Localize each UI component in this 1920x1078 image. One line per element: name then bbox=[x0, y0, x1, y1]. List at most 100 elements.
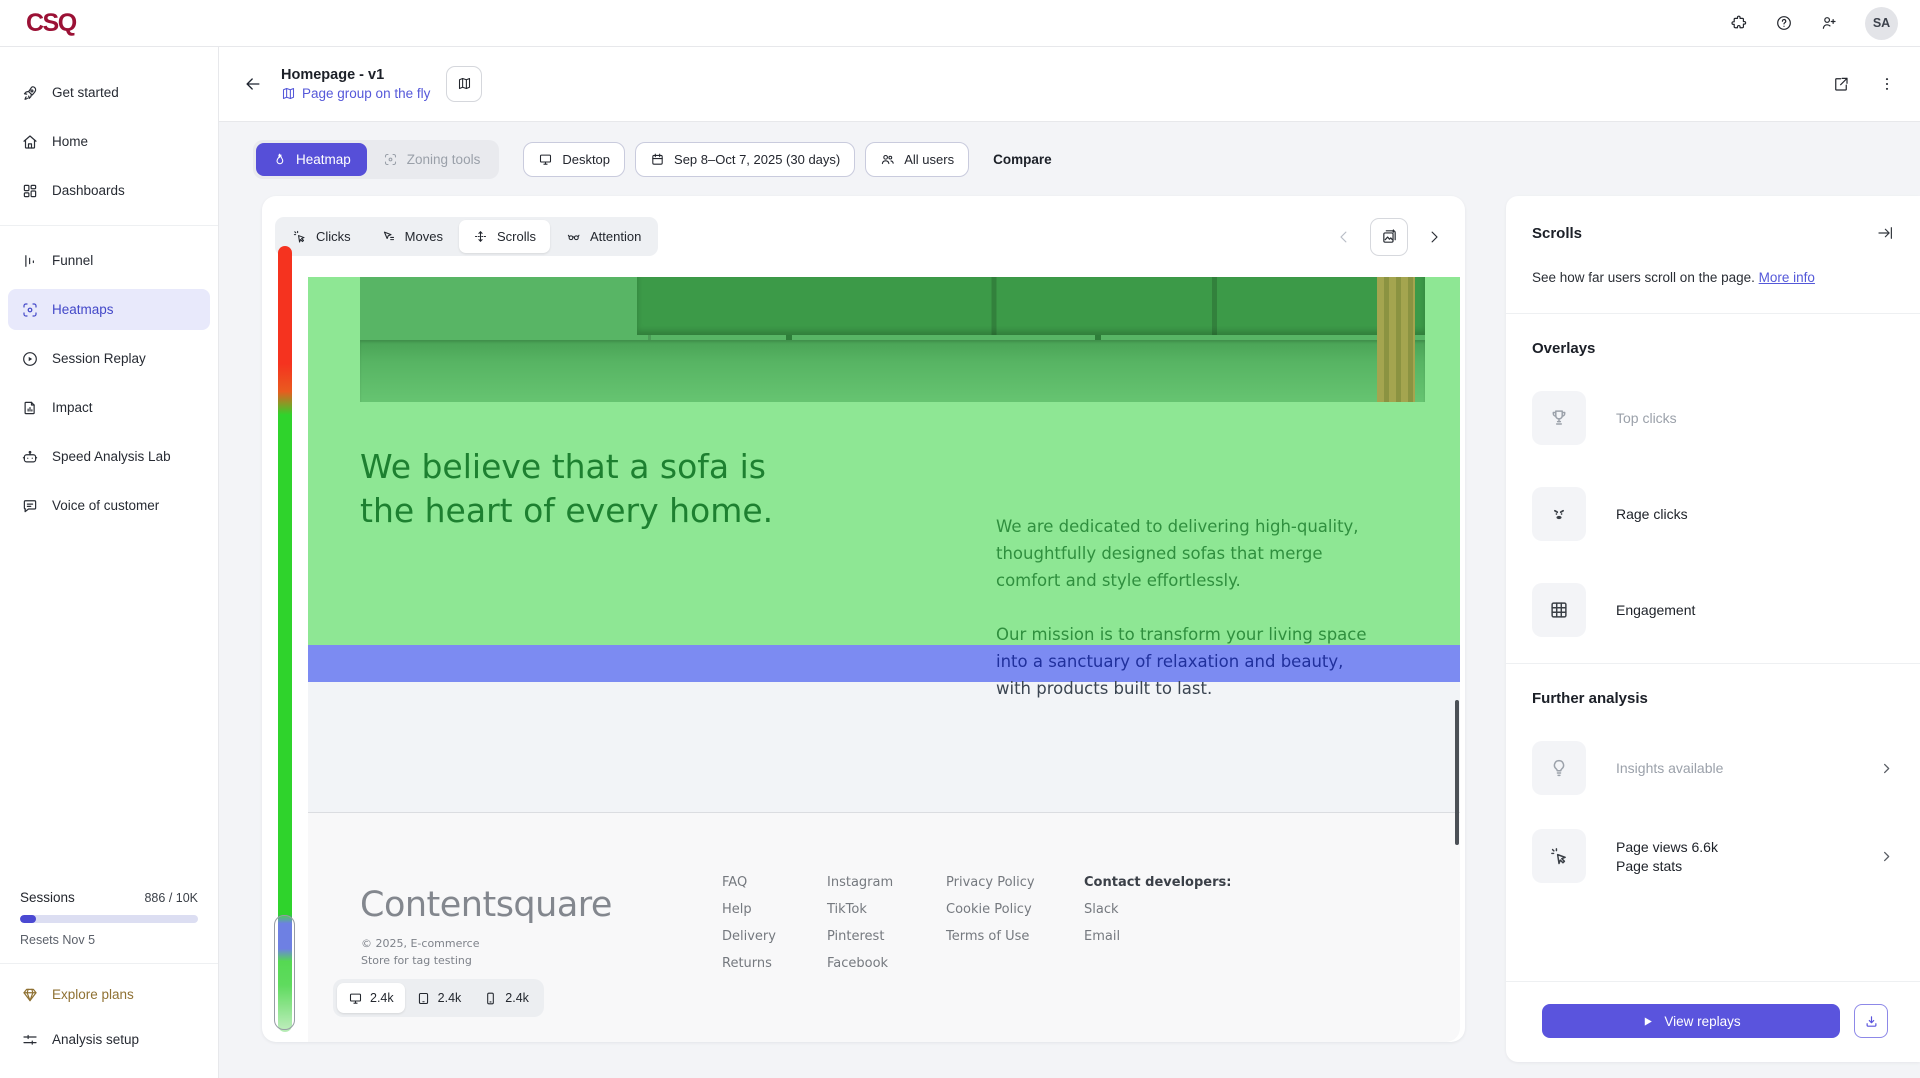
sidebar-item-label: Funnel bbox=[52, 253, 93, 268]
preview-footer-links-1: FAQ Help Delivery Returns bbox=[722, 875, 776, 971]
overlay-label: Rage clicks bbox=[1616, 506, 1688, 522]
sidebar-item-label: Heatmaps bbox=[52, 302, 114, 317]
sidebar-item-funnel[interactable]: Funnel bbox=[8, 240, 210, 281]
device-count-value: 2.4k bbox=[370, 991, 394, 1005]
back-button[interactable] bbox=[243, 74, 263, 94]
previous-snapshot-icon[interactable] bbox=[1335, 228, 1353, 246]
overlays-title: Overlays bbox=[1532, 340, 1894, 357]
zoning-tools-button[interactable]: Zoning tools bbox=[367, 143, 497, 176]
tab-attention[interactable]: Attention bbox=[552, 220, 655, 253]
sidebar-item-speed-analysis-lab[interactable]: Speed Analysis Lab bbox=[8, 436, 210, 477]
date-range-button[interactable]: Sep 8–Oct 7, 2025 (30 days) bbox=[635, 142, 855, 177]
page-screenshot-viewport[interactable]: We believe that a sofa is the heart of e… bbox=[308, 277, 1460, 1042]
tab-clicks[interactable]: Clicks bbox=[278, 220, 365, 253]
footer-link[interactable]: Delivery bbox=[722, 929, 776, 944]
main-area: Homepage - v1 Page group on the fly Heat… bbox=[219, 46, 1920, 1078]
tablet-icon bbox=[416, 991, 431, 1006]
preview-footer-contact: Contact developers: Slack Email bbox=[1084, 875, 1231, 944]
overlay-rage-clicks[interactable]: Rage clicks bbox=[1532, 487, 1894, 541]
sidebar-item-dashboards[interactable]: Dashboards bbox=[8, 170, 210, 211]
sidebar-item-analysis-setup[interactable]: Analysis setup bbox=[8, 1019, 210, 1060]
footer-link[interactable]: FAQ bbox=[722, 875, 776, 890]
download-button[interactable] bbox=[1854, 1004, 1888, 1038]
chevron-right-icon bbox=[1879, 849, 1894, 864]
view-replays-button[interactable]: View replays bbox=[1542, 1004, 1840, 1038]
footer-link[interactable]: Returns bbox=[722, 956, 776, 971]
footer-link[interactable]: Terms of Use bbox=[946, 929, 1035, 944]
next-snapshot-icon[interactable] bbox=[1425, 228, 1443, 246]
sidebar-item-explore-plans[interactable]: Explore plans bbox=[8, 974, 210, 1015]
invite-user-icon[interactable] bbox=[1820, 14, 1838, 32]
panel-description: See how far users scroll on the page. Mo… bbox=[1532, 268, 1894, 287]
footer-link[interactable]: Privacy Policy bbox=[946, 875, 1035, 890]
footer-link[interactable]: Slack bbox=[1084, 902, 1231, 917]
preview-footer-brand: Contentsquare bbox=[360, 885, 612, 925]
collapse-panel-icon[interactable] bbox=[1876, 224, 1894, 242]
page-map-button[interactable] bbox=[446, 66, 482, 102]
page-stats-text: Page views 6.6k Page stats bbox=[1616, 839, 1718, 874]
footer-link[interactable]: Facebook bbox=[827, 956, 893, 971]
preview-footer-links-2: Instagram TikTok Pinterest Facebook bbox=[827, 875, 893, 971]
heatmap-mode-button[interactable]: Heatmap bbox=[256, 143, 367, 176]
footer-link[interactable]: Cookie Policy bbox=[946, 902, 1035, 917]
toolbar: Heatmap Zoning tools Desktop Sep 8–Oct 7… bbox=[253, 140, 1052, 179]
sidebar-item-voice-of-customer[interactable]: Voice of customer bbox=[8, 485, 210, 526]
footer-link[interactable]: Pinterest bbox=[827, 929, 893, 944]
kebab-menu-icon[interactable] bbox=[1878, 75, 1896, 93]
insights-row[interactable]: Insights available bbox=[1532, 741, 1894, 795]
engagement-grid-icon bbox=[1532, 583, 1586, 637]
export-snapshot-button[interactable] bbox=[1370, 218, 1408, 256]
sessions-label: Sessions bbox=[20, 890, 75, 905]
device-count-tablet[interactable]: 2.4k bbox=[405, 983, 473, 1013]
attention-glasses-icon bbox=[566, 229, 581, 244]
sidebar-item-session-replay[interactable]: Session Replay bbox=[8, 338, 210, 379]
preview-heading: We believe that a sofa is the heart of e… bbox=[360, 445, 773, 533]
sidebar-item-get-started[interactable]: Get started bbox=[8, 72, 210, 113]
sidebar-item-impact[interactable]: Impact bbox=[8, 387, 210, 428]
tab-scrolls[interactable]: Scrolls bbox=[459, 220, 550, 253]
sidebar-item-label: Dashboards bbox=[52, 183, 125, 198]
audience-filter-button[interactable]: All users bbox=[865, 142, 969, 177]
tab-moves[interactable]: Moves bbox=[367, 220, 457, 253]
page-group-link[interactable]: Page group on the fly bbox=[281, 86, 430, 101]
users-icon bbox=[880, 152, 895, 167]
csq-logo[interactable]: CSQ bbox=[26, 9, 76, 38]
footer-link[interactable]: TikTok bbox=[827, 902, 893, 917]
viewport-scrollbar[interactable] bbox=[1455, 700, 1459, 845]
device-count-desktop[interactable]: 2.4k bbox=[337, 983, 405, 1013]
device-count-mobile[interactable]: 2.4k bbox=[472, 983, 540, 1013]
scroll-position-handle[interactable] bbox=[274, 915, 295, 1030]
sidebar-item-heatmaps[interactable]: Heatmaps bbox=[8, 289, 210, 330]
sessions-progress-track bbox=[20, 915, 198, 923]
footer-link[interactable]: Help bbox=[722, 902, 776, 917]
play-icon bbox=[1641, 1015, 1654, 1028]
device-filter-button[interactable]: Desktop bbox=[523, 142, 625, 177]
monitor-icon bbox=[348, 991, 363, 1006]
title-block: Homepage - v1 Page group on the fly bbox=[281, 67, 430, 101]
page-header: Homepage - v1 Page group on the fly bbox=[219, 46, 1920, 122]
clicks-cursor-icon bbox=[292, 229, 307, 244]
share-icon[interactable] bbox=[1832, 75, 1850, 93]
footer-link[interactable]: Instagram bbox=[827, 875, 893, 890]
map-icon bbox=[281, 86, 296, 101]
integrations-puzzle-icon[interactable] bbox=[1730, 14, 1748, 32]
sidebar-item-home[interactable]: Home bbox=[8, 121, 210, 162]
footer-link[interactable]: Email bbox=[1084, 929, 1231, 944]
scrolls-panel: Scrolls See how far users scroll on the … bbox=[1506, 196, 1920, 1062]
help-icon[interactable] bbox=[1775, 14, 1793, 32]
tab-label: Attention bbox=[590, 229, 641, 244]
mode-switcher: Heatmap Zoning tools bbox=[253, 140, 499, 179]
compare-button[interactable]: Compare bbox=[993, 152, 1052, 167]
dashboards-icon bbox=[21, 182, 39, 200]
page-stats-row[interactable]: Page views 6.6k Page stats bbox=[1532, 829, 1894, 883]
more-info-link[interactable]: More info bbox=[1759, 270, 1815, 285]
sidebar-item-label: Session Replay bbox=[52, 351, 146, 366]
rage-click-icon bbox=[1532, 487, 1586, 541]
calendar-icon bbox=[650, 152, 665, 167]
avatar[interactable]: SA bbox=[1865, 7, 1898, 40]
hero-image bbox=[360, 277, 1425, 402]
rocket-icon bbox=[21, 84, 39, 102]
overlay-engagement[interactable]: Engagement bbox=[1532, 583, 1894, 637]
overlay-top-clicks[interactable]: Top clicks bbox=[1532, 391, 1894, 445]
funnel-icon bbox=[21, 252, 39, 270]
